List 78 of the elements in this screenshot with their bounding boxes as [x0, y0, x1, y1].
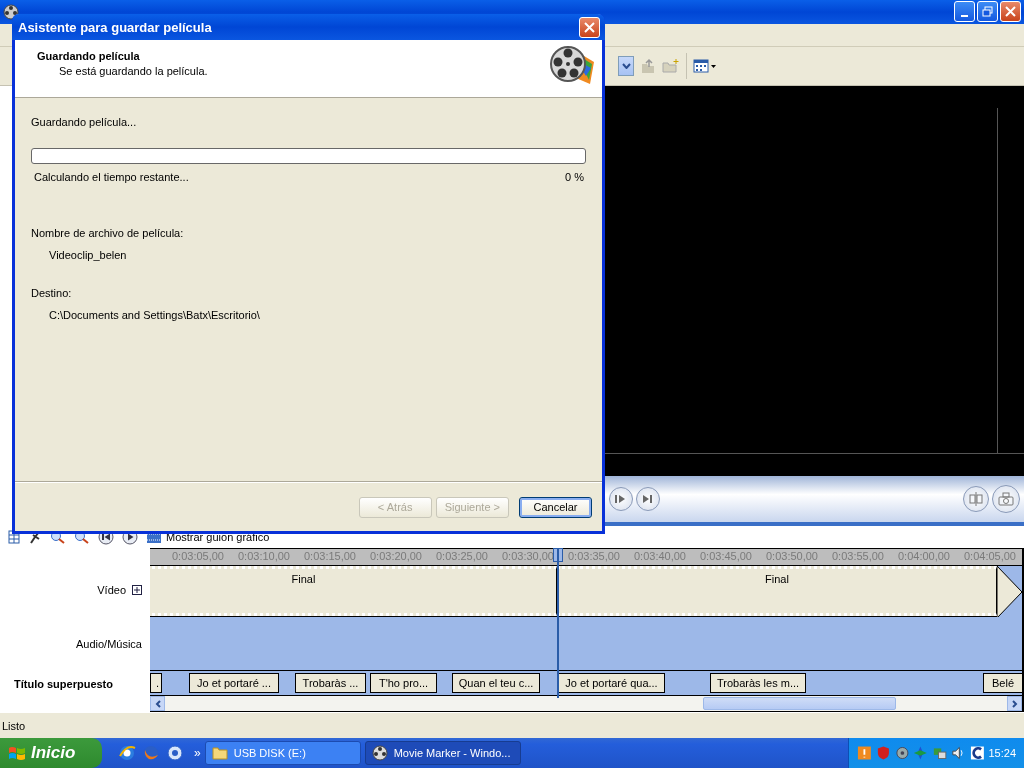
horizontal-scrollbar[interactable]	[150, 696, 1022, 713]
warning-icon[interactable]	[857, 745, 872, 761]
step-title: Guardando película	[37, 50, 141, 62]
expand-icon[interactable]	[132, 585, 142, 596]
close-icon	[1005, 6, 1016, 18]
forward-button[interactable]	[636, 487, 660, 512]
camera-icon	[998, 492, 1014, 507]
status-text: Listo	[2, 719, 26, 732]
field-label: Nombre de archivo de película:	[31, 227, 185, 239]
skip-forward-icon	[643, 494, 653, 505]
step-forward-icon	[615, 494, 627, 505]
dialog-title: Asistente para guardar película	[18, 19, 212, 35]
track-label: Título superpuesto	[14, 678, 113, 691]
title-clip[interactable]: .	[150, 672, 162, 694]
ruler-tick: 0:03:40,00	[634, 550, 686, 563]
field-value: C:\Documents and Settings\Batx\Escritorio\	[49, 309, 261, 321]
track-label: Vídeo	[97, 584, 126, 597]
close-button[interactable]	[579, 16, 600, 38]
connection-icon[interactable]	[932, 745, 947, 761]
track-label: Audio/Música	[75, 637, 142, 650]
ruler-tick: 0:04:00,00	[898, 550, 950, 563]
scroll-right-button[interactable]	[1007, 696, 1022, 712]
field-value: Videoclip_belen	[49, 249, 128, 261]
folder-icon	[211, 746, 228, 760]
field-label: Destino:	[31, 287, 73, 299]
ruler-tick: 0:03:30,00	[502, 550, 554, 563]
title-clip[interactable]: Belé	[983, 672, 1022, 694]
ruler-tick: 0:03:50,00	[766, 550, 818, 563]
film-reel-icon	[371, 745, 388, 761]
chevron-left-icon	[154, 699, 161, 708]
speaker-icon[interactable]	[950, 745, 966, 761]
split-icon	[969, 492, 983, 507]
ruler-tick: 0:03:35,00	[568, 550, 620, 563]
browser-e-icon[interactable]	[118, 744, 136, 762]
scroll-thumb[interactable]	[703, 697, 896, 711]
dropdown-button[interactable]	[618, 56, 634, 76]
start-button[interactable]: Inicio	[0, 738, 102, 768]
cancel-button[interactable]: Cancelar	[519, 496, 592, 518]
chevron-right-icon	[1011, 699, 1018, 708]
title-clip[interactable]: Quan el teu c...	[452, 672, 540, 694]
ruler-tick: 0:03:10,00	[238, 550, 290, 563]
clock: 15:24	[988, 747, 1016, 759]
minimize-icon	[961, 14, 968, 17]
ruler-tick: 0:03:15,00	[304, 550, 356, 563]
split-button[interactable]	[963, 486, 989, 513]
step-subtitle: Se está guardando la película.	[59, 65, 208, 77]
title-clip[interactable]: T'ho pro...	[370, 672, 437, 694]
video-clip[interactable]: Final	[150, 565, 557, 616]
views-icon[interactable]	[693, 58, 717, 74]
title-clip[interactable]: Jo et portaré ...	[189, 672, 279, 694]
transition-icon[interactable]	[997, 565, 1022, 618]
ruler-tick: 0:03:25,00	[436, 550, 488, 563]
progress-caption: Guardando película...	[31, 116, 138, 128]
ruler-tick: 0:03:20,00	[370, 550, 422, 563]
next-frame-button[interactable]	[609, 487, 633, 512]
ruler-tick: 0:03:55,00	[832, 550, 884, 563]
chevron-down-icon	[621, 63, 631, 69]
scroll-left-button[interactable]	[150, 696, 165, 712]
letter-c-icon[interactable]	[969, 745, 985, 761]
windows-flag-icon	[8, 745, 26, 761]
close-icon	[584, 21, 595, 33]
title-clip[interactable]: Trobaràs ...	[295, 672, 366, 694]
progress-percent: 0 %	[565, 171, 584, 183]
taskbar-button[interactable]: Movie Marker - Windo...	[364, 741, 521, 765]
close-button[interactable]	[1000, 1, 1021, 23]
restore-button[interactable]	[977, 1, 998, 23]
more-button[interactable]: »	[194, 746, 201, 760]
ruler-tick: 0:03:05,00	[172, 550, 224, 563]
ruler-tick: 0:03:45,00	[700, 550, 752, 563]
ruler-tick: 0:04:05,00	[964, 550, 1016, 563]
title-clip[interactable]: Trobaràs les m...	[710, 672, 806, 694]
snapshot-button[interactable]	[992, 485, 1020, 514]
app-icon	[3, 3, 19, 20]
restore-icon	[982, 6, 993, 18]
time-remaining-text: Calculando el tiempo restante...	[34, 171, 189, 183]
taskbar-button[interactable]: USB DISK (E:)	[204, 741, 361, 765]
minimize-button[interactable]	[954, 1, 975, 23]
title-clip[interactable]: Jo et portaré qua...	[558, 672, 665, 694]
